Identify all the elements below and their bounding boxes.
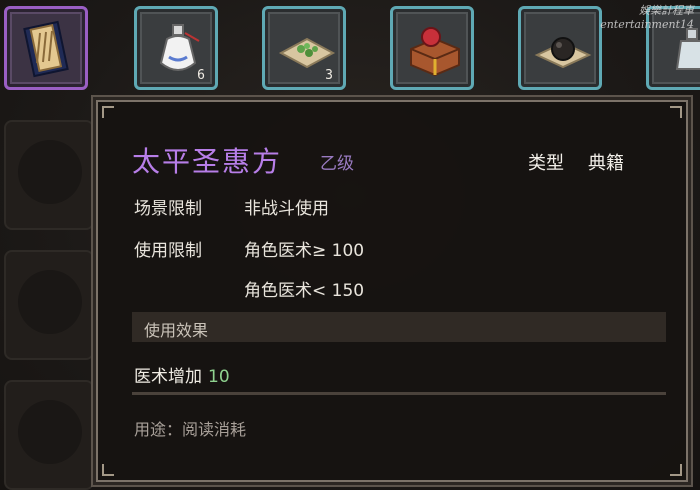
- gift-box-icon: [410, 27, 460, 77]
- item-tooltip: 太平圣惠方 乙级 类型 典籍 场景限制 非战斗使用 使用限制 角色医术≥ 100…: [96, 100, 688, 482]
- stat-label: 医术增加: [134, 367, 202, 387]
- stat-value: 10: [208, 367, 230, 387]
- effect-header-label: 使用效果: [144, 321, 209, 340]
- empty-slot[interactable]: [4, 250, 94, 360]
- usage-text: 用途：阅读消耗: [134, 420, 247, 439]
- inventory-slot-porcelain-bottle[interactable]: 6: [134, 6, 218, 90]
- effect-header: 使用效果: [132, 312, 666, 342]
- watermark: 娛樂計程車 entertainment14: [600, 4, 694, 32]
- use-limit-value-1: 角色医术≥ 100: [244, 241, 365, 261]
- item-grade: 乙级: [320, 154, 354, 174]
- empty-slot[interactable]: [4, 120, 94, 230]
- game-screen: 6 3 娛樂計程車 entertainment14 太平圣惠方 乙级 类型 典籍…: [0, 0, 700, 490]
- corner-ornament: [670, 106, 682, 118]
- corner-ornament: [102, 106, 114, 118]
- use-limit-value-2: 角色医术< 150: [244, 281, 365, 301]
- use-limit-label: 使用限制: [134, 241, 202, 261]
- stat-line: 医术增加 10: [134, 362, 230, 387]
- type-value: 典籍: [588, 153, 624, 174]
- empty-slot[interactable]: [4, 380, 94, 490]
- inventory-slot-scroll-book[interactable]: [4, 6, 88, 90]
- scene-limit-label: 场景限制: [134, 199, 202, 219]
- inventory-slot-black-orb[interactable]: [518, 6, 602, 90]
- watermark-line1: 娛樂計程車: [639, 4, 694, 17]
- inventory-slot-gift-box[interactable]: [390, 6, 474, 90]
- corner-ornament: [670, 464, 682, 476]
- type-label: 类型: [528, 153, 564, 174]
- inventory-slot-herb-pile[interactable]: 3: [262, 6, 346, 90]
- scene-limit-value: 非战斗使用: [244, 199, 329, 219]
- item-title: 太平圣惠方: [132, 145, 283, 178]
- divider: [132, 392, 666, 395]
- scroll-book-icon: [23, 20, 69, 78]
- watermark-line2: entertainment14: [600, 18, 694, 31]
- corner-ornament: [102, 464, 114, 476]
- black-orb-icon: [534, 37, 592, 69]
- item-count: 3: [325, 68, 333, 83]
- item-count: 6: [197, 68, 205, 83]
